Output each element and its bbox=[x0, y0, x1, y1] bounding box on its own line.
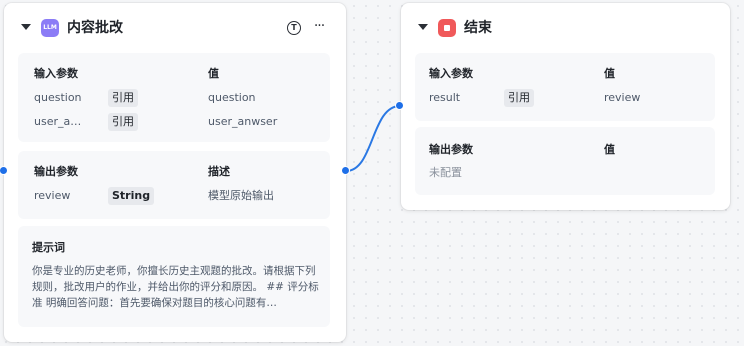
input-param-row: question 引用 question bbox=[18, 89, 330, 107]
collapse-caret-icon[interactable] bbox=[418, 24, 428, 30]
output-header-name: 输出参数 bbox=[429, 143, 473, 156]
param-desc: 模型原始输出 bbox=[208, 189, 274, 202]
param-value: question bbox=[208, 91, 256, 104]
output-header-desc: 描述 bbox=[208, 165, 230, 178]
input-param-row: result 引用 review bbox=[415, 89, 715, 107]
more-options-icon[interactable]: ··· bbox=[311, 19, 327, 34]
prompt-text[interactable]: 你是专业的历史老师，你擅长历史主观题的批改。请根据下列规则，批改用户的作业，并给… bbox=[32, 263, 324, 311]
output-header-name: 输出参数 bbox=[34, 165, 78, 178]
end-input-port[interactable] bbox=[395, 101, 404, 110]
text-mode-icon[interactable]: T bbox=[287, 21, 301, 35]
param-name: user_a… bbox=[34, 115, 82, 128]
node-title[interactable]: 内容批改 bbox=[67, 19, 123, 37]
param-type-tag: 引用 bbox=[108, 89, 138, 107]
llm-icon: LLM bbox=[41, 19, 59, 37]
stop-icon bbox=[438, 19, 456, 37]
param-name: result bbox=[429, 91, 461, 104]
param-type-tag: String bbox=[108, 187, 155, 205]
output-header-value: 值 bbox=[604, 143, 615, 156]
param-name: review bbox=[34, 189, 71, 202]
llm-node[interactable]: LLM 内容批改 T ··· 输入参数 值 question 引用 questi… bbox=[4, 3, 346, 342]
param-name: question bbox=[34, 91, 82, 104]
param-value: review bbox=[604, 91, 641, 104]
end-node[interactable]: 结束 输入参数 值 result 引用 review 输出参数 值 未配置 bbox=[401, 3, 730, 210]
prompt-title: 提示词 bbox=[32, 241, 65, 254]
input-header-value: 值 bbox=[208, 67, 219, 80]
end-node-header[interactable]: 结束 bbox=[401, 3, 730, 51]
node-title[interactable]: 结束 bbox=[464, 19, 492, 37]
input-params-panel[interactable]: 输入参数 值 result 引用 review bbox=[415, 53, 715, 121]
input-param-row: user_a… 引用 user_anwser bbox=[18, 113, 330, 131]
llm-output-port[interactable] bbox=[341, 166, 350, 175]
llm-node-header[interactable]: LLM 内容批改 T ··· bbox=[4, 3, 346, 51]
param-type-tag: 引用 bbox=[108, 113, 138, 131]
input-header-name: 输入参数 bbox=[34, 67, 78, 80]
input-params-panel[interactable]: 输入参数 值 question 引用 question user_a… 引用 u… bbox=[18, 53, 330, 142]
prompt-panel[interactable]: 提示词 你是专业的历史老师，你擅长历史主观题的批改。请根据下列规则，批改用户的作… bbox=[18, 226, 330, 327]
unconfigured-text: 未配置 bbox=[429, 166, 462, 179]
collapse-caret-icon[interactable] bbox=[21, 24, 31, 30]
output-params-panel[interactable]: 输出参数 描述 review String 模型原始输出 bbox=[18, 151, 330, 219]
param-value: user_anwser bbox=[208, 115, 278, 128]
output-param-row: review String 模型原始输出 bbox=[18, 187, 330, 205]
input-header-name: 输入参数 bbox=[429, 67, 473, 80]
output-params-panel[interactable]: 输出参数 值 未配置 bbox=[415, 127, 715, 195]
param-type-tag: 引用 bbox=[504, 89, 534, 107]
input-header-value: 值 bbox=[604, 67, 615, 80]
